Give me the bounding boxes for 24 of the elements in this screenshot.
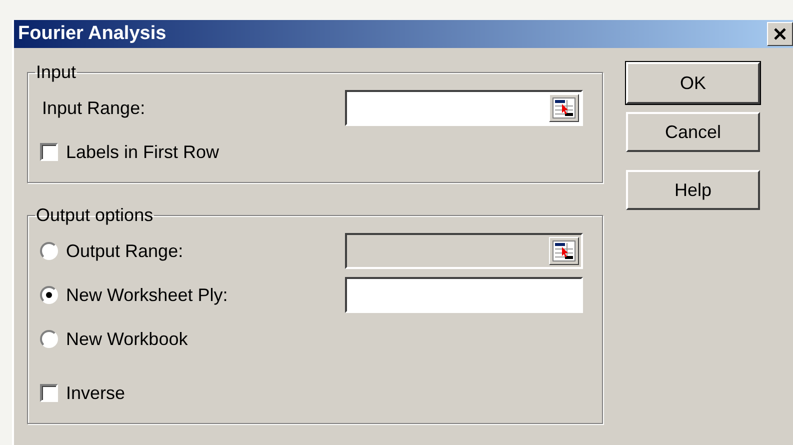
radio-label: Output Range:	[66, 240, 184, 262]
dialog-button[interactable]: Cancel	[626, 112, 760, 152]
close-button[interactable]	[767, 22, 793, 46]
group-title: Output options	[35, 205, 154, 225]
group-title: Input	[35, 62, 78, 82]
range-picker-icon	[552, 97, 576, 119]
radio-label: New Worksheet Ply:	[66, 284, 228, 306]
input-field[interactable]	[345, 90, 583, 126]
dialog-button[interactable]: Help	[626, 170, 760, 210]
radio-button[interactable]	[40, 286, 58, 304]
input-field[interactable]	[345, 277, 583, 313]
range-picker-icon	[552, 240, 576, 262]
field-label: Input Range:	[41, 98, 146, 118]
range-picker-button[interactable]	[549, 94, 579, 122]
checkbox[interactable]	[40, 143, 58, 161]
checkbox-label: Inverse	[66, 382, 126, 404]
checkbox-label: Labels in First Row	[66, 142, 220, 162]
window-title: Fourier Analysis	[18, 23, 166, 45]
radio-button[interactable]	[40, 330, 58, 348]
ok-button[interactable]: OK	[626, 62, 760, 104]
close-icon	[774, 28, 786, 40]
radio-button[interactable]	[40, 242, 58, 260]
checkbox[interactable]	[40, 384, 58, 402]
radio-label: New Workbook	[66, 328, 188, 350]
